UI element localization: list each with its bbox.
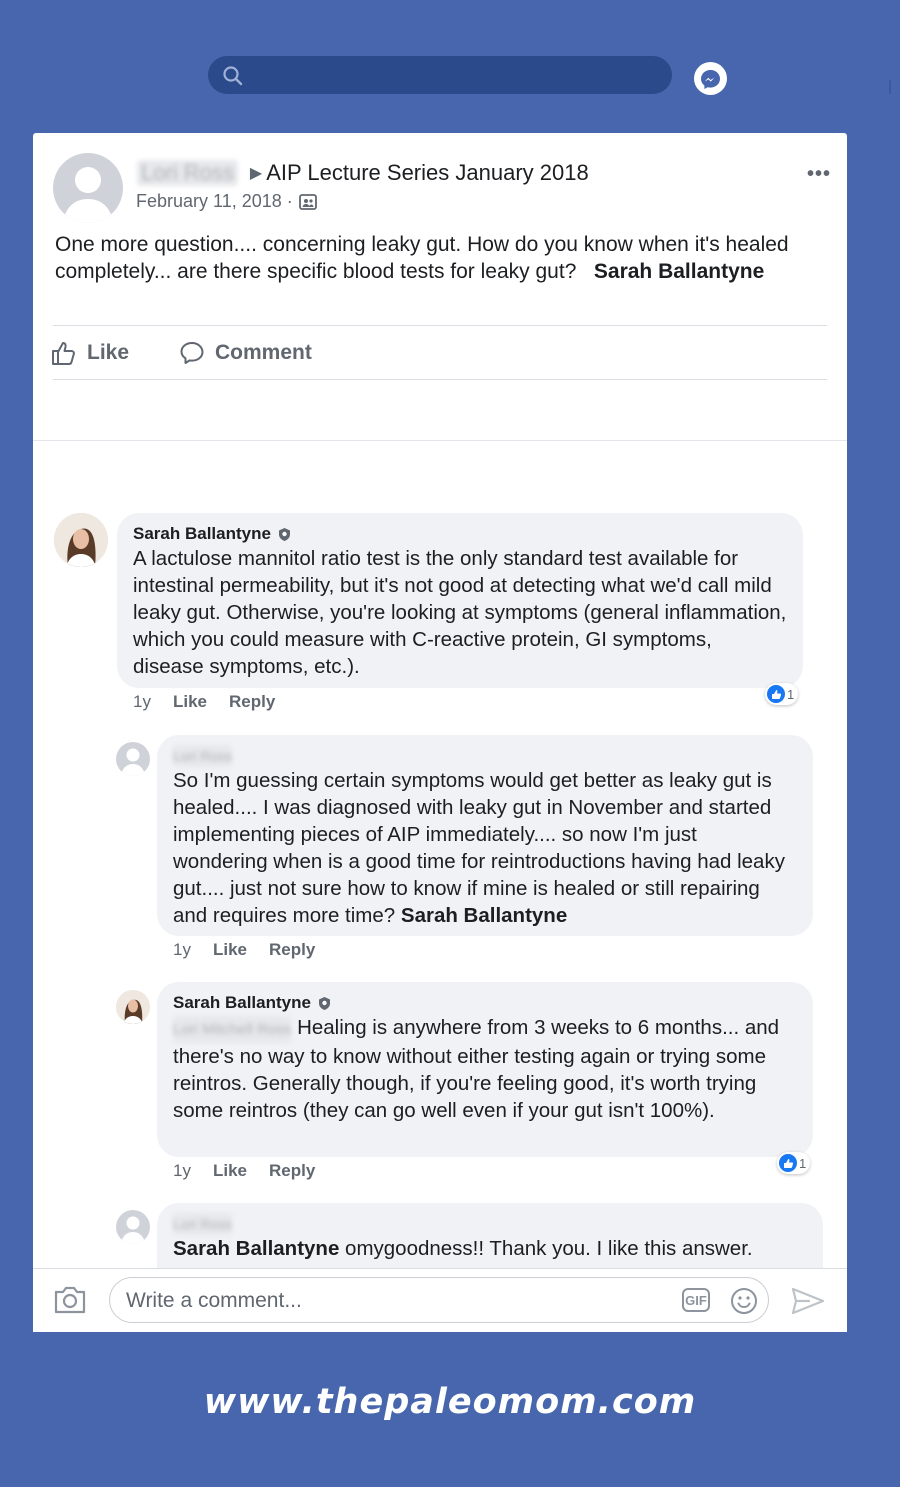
comment-label: Comment: [215, 341, 312, 364]
badge-icon: [318, 996, 330, 1010]
post-text: One more question.... concerning leaky g…: [55, 231, 825, 285]
comment-text: A lactulose mannitol ratio test is the o…: [133, 547, 787, 678]
arrow-right-icon: ▶: [249, 165, 263, 182]
thumbs-up-icon: [52, 342, 75, 365]
divider: [889, 80, 891, 94]
comment-actions: 1y Like Reply: [173, 1161, 315, 1181]
footer-banner: www.thepaleomom.com: [0, 1332, 900, 1487]
like-button[interactable]: Like: [51, 340, 129, 366]
search-input[interactable]: [208, 56, 672, 94]
camera-icon[interactable]: [53, 1285, 87, 1315]
comment-author[interactable]: Lori Ross: [173, 745, 797, 767]
badge-icon: [278, 527, 290, 541]
comment-time[interactable]: 1y: [133, 692, 151, 712]
profile-photo-icon: [116, 990, 150, 1024]
like-label: Like: [87, 341, 130, 364]
messenger-button[interactable]: [694, 62, 727, 95]
comment-input-placeholder: Write a comment...: [126, 1289, 302, 1312]
mention-link[interactable]: Sarah Ballantyne: [401, 904, 567, 927]
comment-author[interactable]: Sarah Ballantyne: [173, 992, 797, 1014]
avatar[interactable]: [116, 990, 150, 1024]
post-date-text[interactable]: February 11, 2018 ·: [136, 191, 293, 212]
avatar[interactable]: [53, 153, 123, 223]
gif-button[interactable]: GIF: [682, 1288, 710, 1312]
comment-time[interactable]: 1y: [173, 1161, 191, 1181]
like-reaction-icon: [779, 1154, 797, 1172]
comment-text: So I'm guessing certain symptoms would g…: [173, 769, 785, 927]
divider: [53, 325, 827, 326]
default-avatar-icon: [121, 748, 145, 776]
comment-reply-link[interactable]: Reply: [229, 692, 275, 712]
post-header: Lori Ross ▶ AIP Lecture Series January 2…: [137, 159, 589, 187]
mention-link[interactable]: Sarah Ballantyne: [173, 1237, 339, 1260]
comment-input[interactable]: Write a comment... GIF: [109, 1277, 769, 1323]
comment-author[interactable]: Lori Ross: [173, 1213, 807, 1235]
comment-icon: [180, 342, 204, 364]
post-date: February 11, 2018 ·: [136, 191, 317, 212]
default-avatar-icon: [63, 167, 113, 223]
profile-photo-icon: [54, 513, 108, 567]
website-url[interactable]: www.thepaleomom.com: [0, 1382, 900, 1422]
comment-like-link[interactable]: Like: [173, 692, 207, 712]
reaction-count[interactable]: 1: [765, 683, 799, 705]
comment-actions: 1y Like Reply: [133, 692, 275, 712]
comment-like-link[interactable]: Like: [213, 940, 247, 960]
comment-bubble: Sarah Ballantyne Lori Mitchell Ross Heal…: [157, 982, 813, 1157]
divider: [53, 379, 827, 380]
comment-like-link[interactable]: Like: [213, 1161, 247, 1181]
top-navigation-bar: [0, 0, 900, 112]
avatar[interactable]: [54, 513, 108, 567]
group-privacy-icon: [298, 193, 317, 210]
messenger-icon: [701, 70, 720, 89]
comment-author[interactable]: Sarah Ballantyne: [133, 523, 787, 545]
search-icon: [223, 66, 243, 86]
reaction-count[interactable]: 1: [777, 1152, 811, 1174]
comment-bubble: Lori Ross So I'm guessing certain sympto…: [157, 735, 813, 936]
comment-time[interactable]: 1y: [173, 940, 191, 960]
like-reaction-icon: [767, 685, 785, 703]
avatar[interactable]: [116, 1210, 150, 1244]
author-name[interactable]: Lori Ross: [137, 160, 238, 186]
comment-composer: Write a comment... GIF: [33, 1268, 847, 1333]
more-options-icon[interactable]: •••: [807, 163, 831, 186]
mention-link[interactable]: Lori Mitchell Ross: [173, 1016, 292, 1043]
comment-reply-link[interactable]: Reply: [269, 1161, 315, 1181]
comment-reply-link[interactable]: Reply: [269, 940, 315, 960]
comment-text: Lori Mitchell Ross Healing is anywhere f…: [173, 1016, 780, 1122]
comment-bubble: Sarah Ballantyne A lactulose mannitol ra…: [117, 513, 803, 688]
default-avatar-icon: [121, 1216, 145, 1244]
group-name[interactable]: AIP Lecture Series January 2018: [266, 160, 588, 186]
comment-text: Sarah Ballantyne omygoodness!! Thank you…: [173, 1237, 753, 1260]
comment-actions: 1y Like Reply: [173, 940, 315, 960]
emoji-icon[interactable]: [730, 1287, 758, 1315]
send-icon[interactable]: [791, 1286, 825, 1316]
divider: [33, 440, 847, 441]
mention-link[interactable]: Sarah Ballantyne: [594, 260, 764, 283]
avatar[interactable]: [116, 742, 150, 776]
comment-button[interactable]: Comment: [179, 340, 312, 366]
